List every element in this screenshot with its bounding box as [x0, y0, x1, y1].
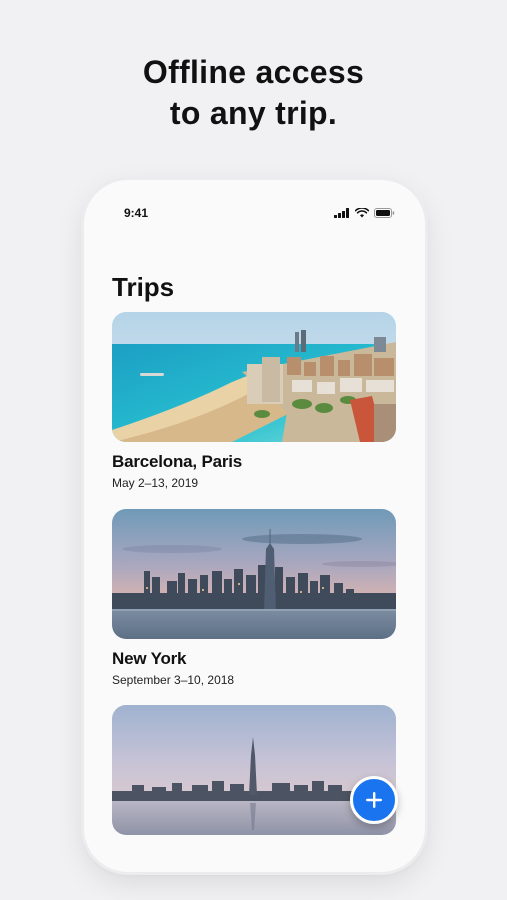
- trip-card-barcelona[interactable]: Barcelona, Paris May 2–13, 2019: [112, 312, 396, 490]
- status-bar: 9:41: [84, 206, 425, 224]
- plus-icon: [366, 792, 382, 808]
- trip-card-new-york[interactable]: New York September 3–10, 2018: [112, 509, 396, 687]
- status-time: 9:41: [124, 206, 149, 220]
- trip-photo-barcelona: [112, 312, 396, 442]
- wifi-icon: [355, 208, 369, 218]
- marketing-headline: Offline access to any trip.: [0, 52, 507, 134]
- headline-line-1: Offline access: [142, 54, 365, 90]
- add-trip-button[interactable]: [350, 776, 398, 824]
- battery-icon: [374, 208, 395, 218]
- status-icons: [334, 208, 395, 218]
- trip-photo-new-york: [112, 509, 396, 639]
- trip-name: Barcelona, Paris: [112, 452, 243, 471]
- headline-line-2: to any trip.: [169, 95, 338, 131]
- trip-card-third[interactable]: [112, 705, 396, 835]
- trip-name: New York: [112, 649, 187, 668]
- phone-frame: 9:41 Trips Barcelona, Paris May 2–13, 20…: [84, 180, 425, 872]
- trip-dates: May 2–13, 2019: [112, 476, 199, 490]
- trip-dates: September 3–10, 2018: [112, 673, 235, 687]
- signal-icon: [334, 208, 349, 218]
- trip-photo-third: [112, 705, 396, 835]
- page-title: Trips: [112, 272, 175, 302]
